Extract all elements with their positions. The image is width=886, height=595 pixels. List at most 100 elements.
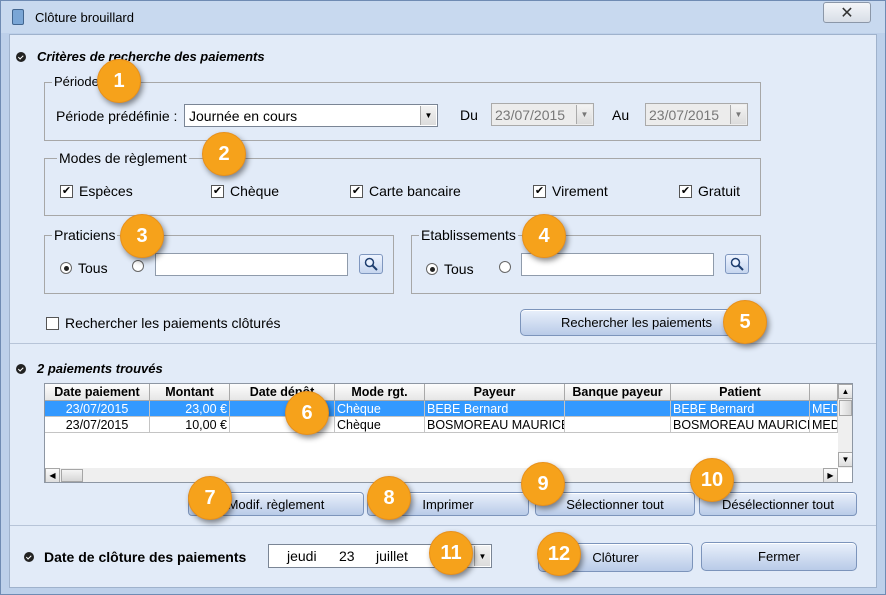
periode-predef-select[interactable]: Journée en cours ▼ (184, 104, 438, 127)
callout-badge: 7 (188, 476, 232, 520)
closing-day: 23 (339, 548, 355, 564)
cell-montant: 23,00 € (150, 401, 230, 417)
mode-especes-label: Espèces (79, 183, 133, 199)
callout-badge: 6 (285, 391, 329, 435)
results-section-title: 2 paiements trouvés (37, 361, 163, 376)
column-header-banque-payeur[interactable]: Banque payeur (565, 384, 671, 401)
mode-virement-label: Virement (552, 183, 608, 199)
magnifier-icon[interactable] (364, 257, 378, 271)
close-button[interactable]: ✕ (823, 2, 871, 23)
cell-montant: 10,00 € (150, 417, 230, 433)
chevron-down-icon[interactable]: ▼ (576, 105, 592, 124)
scroll-down-icon[interactable]: ▼ (838, 452, 852, 467)
du-date-value: 23/07/2015 (495, 106, 566, 123)
payments-grid[interactable]: Date paiement Montant Date dépôt Mode rg… (44, 383, 853, 483)
app-icon (12, 9, 24, 25)
fermer-button[interactable]: Fermer (701, 542, 857, 571)
periode-predef-label: Période prédéfinie : (56, 108, 178, 124)
etablissements-tous-radio[interactable]: Tous (426, 261, 474, 277)
checkbox-icon[interactable]: ✔ (350, 184, 363, 198)
etablissements-custom-radio[interactable] (499, 261, 511, 273)
callout-badge: 12 (537, 532, 581, 576)
praticiens-tous-radio[interactable]: Tous (60, 260, 108, 276)
scroll-right-icon[interactable]: ▶ (823, 468, 838, 482)
callout-badge: 11 (429, 531, 473, 575)
callout-badge: 9 (521, 462, 565, 506)
periode-predef-value: Journée en cours (189, 107, 298, 124)
mode-gratuit-label: Gratuit (698, 183, 741, 199)
radio-selected-icon[interactable] (60, 262, 72, 274)
closing-date-title: Date de clôture des paiements (44, 549, 247, 565)
close-icon[interactable]: ✕ (840, 3, 853, 23)
praticiens-input[interactable] (155, 253, 348, 276)
radio-selected-icon[interactable] (426, 263, 438, 275)
column-header-payeur[interactable]: Payeur (425, 384, 565, 401)
etablissements-legend: Etablissements (419, 227, 518, 243)
au-label: Au (612, 107, 630, 123)
section-bullet-icon (16, 52, 26, 62)
closing-month: juillet (376, 548, 408, 564)
column-header-extra[interactable] (810, 384, 838, 401)
etablissements-search-button[interactable] (725, 254, 749, 274)
cell-banque-payeur (565, 417, 671, 433)
magnifier-icon[interactable] (730, 257, 744, 271)
checkbox-icon[interactable] (46, 316, 59, 330)
mode-virement[interactable]: ✔ Virement (533, 183, 608, 199)
cell-extra: MED (810, 417, 838, 433)
cell-date-paiement: 23/07/2015 (45, 417, 150, 433)
dialog-window: Clôture brouillard ✕ Critères de recherc… (0, 0, 886, 595)
callout-badge: 8 (367, 476, 411, 520)
mode-gratuit[interactable]: ✔ Gratuit (679, 183, 740, 199)
chevron-down-icon[interactable]: ▼ (420, 106, 436, 125)
checkbox-icon[interactable]: ✔ (211, 184, 224, 198)
callout-badge: 2 (202, 132, 246, 176)
du-label: Du (460, 107, 478, 123)
cell-mode-rgt: Chèque (335, 417, 425, 433)
horizontal-scroll-thumb[interactable] (61, 469, 83, 482)
du-date-field[interactable]: 23/07/2015 ▼ (491, 103, 594, 126)
mode-carte-bancaire-label: Carte bancaire (369, 183, 461, 199)
column-header-mode-rgt[interactable]: Mode rgt. (335, 384, 425, 401)
section-bullet-icon (24, 552, 34, 562)
mode-cheque-label: Chèque (230, 183, 280, 199)
cell-payeur: BEBE Bernard (425, 401, 565, 417)
closed-payments-checkbox[interactable]: Rechercher les paiements clôturés (46, 315, 281, 331)
vertical-scroll-thumb[interactable] (839, 400, 852, 416)
closing-day-name: jeudi (287, 548, 317, 564)
callout-badge: 10 (690, 458, 734, 502)
mode-especes[interactable]: ✔ Espèces (60, 183, 133, 199)
cell-patient: BOSMOREAU MAURICE (671, 417, 810, 433)
cell-payeur: BOSMOREAU MAURICE (425, 417, 565, 433)
scroll-up-icon[interactable]: ▲ (838, 384, 852, 399)
chevron-down-icon[interactable]: ▼ (730, 105, 746, 124)
checkbox-icon[interactable]: ✔ (533, 184, 546, 198)
cell-extra: MED (810, 401, 838, 417)
mode-carte-bancaire[interactable]: ✔ Carte bancaire (350, 183, 461, 199)
cell-patient: BEBE Bernard (671, 401, 810, 417)
praticiens-search-button[interactable] (359, 254, 383, 274)
section-divider (10, 525, 876, 526)
callout-badge: 4 (522, 214, 566, 258)
checkbox-icon[interactable]: ✔ (60, 184, 73, 198)
closed-payments-label: Rechercher les paiements clôturés (65, 315, 281, 331)
callout-badge: 5 (723, 300, 767, 344)
title-bar: Clôture brouillard ✕ (1, 1, 885, 33)
column-header-date-paiement[interactable]: Date paiement (45, 384, 150, 401)
chevron-down-icon[interactable]: ▼ (474, 546, 490, 566)
column-header-patient[interactable]: Patient (671, 384, 810, 401)
praticiens-custom-radio[interactable] (132, 260, 144, 272)
checkbox-icon[interactable]: ✔ (679, 184, 692, 198)
cell-mode-rgt: Chèque (335, 401, 425, 417)
au-date-value: 23/07/2015 (649, 106, 720, 123)
cell-date-paiement: 23/07/2015 (45, 401, 150, 417)
mode-cheque[interactable]: ✔ Chèque (211, 183, 279, 199)
callout-badge: 3 (120, 214, 164, 258)
window-title: Clôture brouillard (35, 10, 134, 25)
scroll-left-icon[interactable]: ◀ (45, 468, 60, 482)
column-header-montant[interactable]: Montant (150, 384, 230, 401)
search-payments-button[interactable]: Rechercher les paiements (520, 309, 753, 336)
periode-legend: Période (52, 74, 101, 89)
callout-badge: 1 (97, 59, 141, 103)
au-date-field[interactable]: 23/07/2015 ▼ (645, 103, 748, 126)
search-section-title: Critères de recherche des paiements (37, 49, 265, 64)
